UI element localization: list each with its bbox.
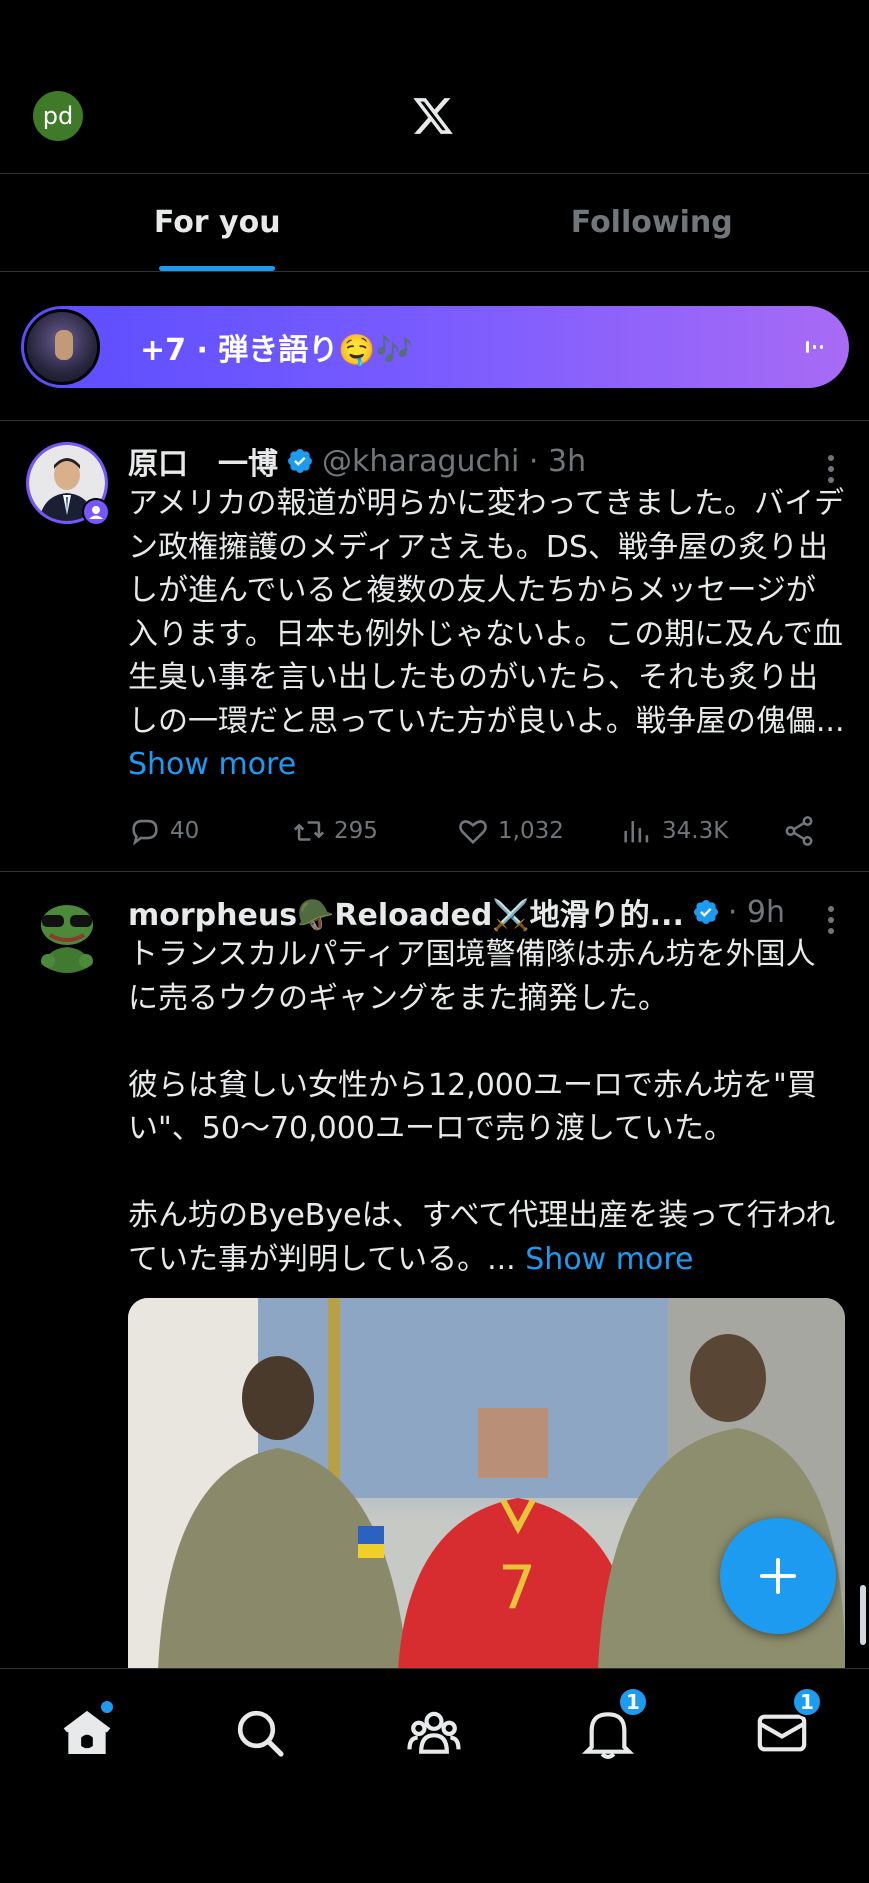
views-button[interactable]: 34.3K — [620, 814, 728, 848]
author-photo — [26, 891, 108, 973]
tab-following[interactable]: Following — [435, 174, 869, 271]
verified-badge-icon — [693, 900, 718, 924]
tweet-text: トランスカルパティア国境警備隊は赤ん坊を外国人に売るウクのギャングをまた摘発した… — [128, 933, 845, 1281]
show-more-link[interactable]: Show more — [525, 1242, 693, 1277]
more-options-icon[interactable] — [827, 905, 835, 935]
profile-initials: pd — [42, 102, 74, 130]
tab-for-you[interactable]: For you — [0, 174, 435, 271]
author-handle[interactable]: @kharaguchi — [322, 444, 519, 479]
views-chart-icon — [624, 821, 649, 843]
community-badge-icon — [82, 498, 110, 526]
show-more-link[interactable]: Show more — [128, 747, 296, 782]
reply-button[interactable]: 40 — [128, 814, 199, 848]
plus-icon — [760, 1558, 796, 1594]
share-icon — [785, 816, 813, 846]
home-icon — [63, 1710, 111, 1754]
tweet-header: morpheus🪖Reloaded⚔️地滑り的... · 9h — [128, 890, 845, 934]
live-space-banner[interactable]: +7 · 弾き語り🤤🎶 — [21, 306, 849, 388]
repost-icon — [293, 821, 325, 841]
compose-button[interactable] — [720, 1518, 836, 1634]
audio-bars-icon — [806, 341, 823, 353]
notifications-badge: 1 — [618, 1687, 648, 1717]
tweet-time[interactable]: 3h — [548, 444, 586, 479]
tweet-text-content: アメリカの報道が明らかに変わってきました。バイデン政権擁護のメディアさえも。DS… — [128, 486, 845, 739]
nav-communities[interactable] — [406, 1705, 462, 1761]
author-name[interactable]: 原口 一博 — [128, 439, 278, 483]
meta-separator: · — [727, 894, 747, 930]
scrollbar[interactable] — [860, 1585, 866, 1645]
tweet-text-content: トランスカルパティア国境警備隊は赤ん坊を外国人に売るウクのギャングをまた摘発した… — [128, 937, 836, 1277]
messages-badge: 1 — [792, 1687, 822, 1717]
repost-count: 295 — [334, 818, 378, 844]
share-button[interactable] — [782, 814, 824, 848]
space-title: +7 · 弾き語り🤤🎶 — [140, 333, 414, 368]
divider — [0, 871, 869, 872]
bottom-navigation: 1 1 — [0, 1668, 869, 1883]
nav-messages[interactable]: 1 — [754, 1687, 822, 1761]
space-host-avatar — [24, 309, 100, 385]
tweet-body: 原口 一博 @kharaguchi · 3h アメリカの報道が明らかに変わってき… — [128, 440, 845, 787]
author-avatar[interactable] — [26, 891, 108, 973]
views-count: 34.3K — [662, 818, 729, 844]
timeline-tabs: For you Following — [0, 174, 869, 272]
reply-count: 40 — [170, 818, 200, 844]
author-name[interactable]: morpheus🪖Reloaded⚔️地滑り的... — [128, 890, 684, 934]
search-icon — [237, 1710, 284, 1757]
tweet-actions: 40 295 1,032 34.3K — [128, 811, 845, 851]
profile-avatar[interactable]: pd — [33, 91, 83, 141]
like-count: 1,032 — [498, 818, 564, 844]
nav-search[interactable] — [232, 1705, 288, 1761]
tweet-text: アメリカの報道が明らかに変わってきました。バイデン政権擁護のメディアさえも。DS… — [128, 482, 845, 787]
meta-separator: · — [519, 443, 548, 479]
tweet-body: morpheus🪖Reloaded⚔️地滑り的... · 9h トランスカルパテ… — [128, 891, 845, 1281]
x-logo-icon — [413, 98, 453, 134]
home-unread-dot — [101, 1701, 113, 1713]
verified-badge-icon — [288, 449, 312, 473]
tweet-time[interactable]: 9h — [747, 895, 785, 930]
nav-notifications[interactable]: 1 — [580, 1687, 648, 1761]
nav-home[interactable] — [59, 1701, 115, 1761]
more-options-icon[interactable] — [827, 454, 835, 484]
tweet-header: 原口 一博 @kharaguchi · 3h — [128, 439, 845, 483]
reply-icon — [132, 819, 158, 846]
top-bar: pd — [0, 0, 869, 174]
divider — [0, 420, 869, 421]
svg-text:7: 7 — [498, 1553, 536, 1623]
tab-for-you-label: For you — [153, 205, 281, 240]
repost-button[interactable]: 295 — [292, 814, 378, 848]
like-button[interactable]: 1,032 — [456, 814, 564, 848]
communities-icon — [407, 1711, 461, 1754]
heart-icon — [459, 820, 487, 845]
tab-following-label: Following — [570, 205, 733, 240]
active-tab-indicator — [159, 266, 276, 271]
